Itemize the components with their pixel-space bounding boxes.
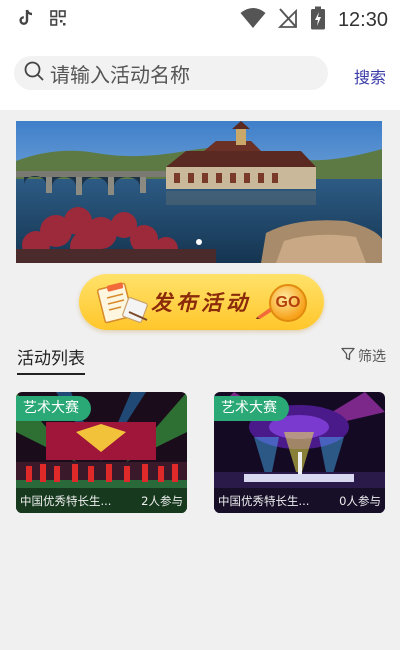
search-header: 请输入活动名称 搜索 [0, 38, 400, 110]
qr-grid-icon [50, 10, 66, 30]
no-signal-icon [277, 7, 298, 33]
activity-category-tag: 艺术大赛 [214, 396, 289, 421]
activity-name: 中国优秀特长生... [218, 493, 310, 508]
wifi-icon [240, 7, 266, 33]
status-time: 12:30 [337, 8, 388, 31]
battery-charging-icon [310, 6, 326, 34]
status-right-icons: 12:30 [240, 6, 388, 34]
activity-card[interactable]: 艺术大赛 中国优秀特长生... 0人参与 [214, 392, 385, 513]
filter-icon [341, 347, 355, 365]
participant-count: 2人参与 [141, 493, 183, 508]
status-bar: 12:30 [0, 0, 400, 38]
activity-category-tag: 艺术大赛 [16, 396, 91, 421]
activity-name: 中国优秀特长生... [20, 493, 112, 508]
search-button[interactable]: 搜索 [354, 64, 386, 88]
search-placeholder: 请输入活动名称 [50, 62, 190, 87]
go-badge-icon: GO [269, 284, 307, 322]
publish-activity-button[interactable]: 发布活动 GO [79, 274, 324, 330]
activity-card-footer: 中国优秀特长生... 0人参与 [214, 488, 385, 513]
go-label: GO [275, 294, 301, 311]
carousel-indicator-dot[interactable] [196, 239, 202, 245]
activity-card-footer: 中国优秀特长生... 2人参与 [16, 488, 187, 513]
publish-activity-label: 发布活动 [151, 290, 251, 315]
activity-list-title: 活动列表 [17, 344, 85, 375]
tiktok-icon [18, 9, 34, 31]
activity-card[interactable]: 艺术大赛 中国优秀特长生... 2人参与 [16, 392, 187, 513]
filter-label: 筛选 [358, 349, 386, 365]
filter-button[interactable]: 筛选 [341, 346, 386, 366]
participant-count: 0人参与 [339, 493, 381, 508]
search-icon [24, 61, 44, 85]
document-icon [95, 280, 149, 328]
status-left-icons [18, 9, 66, 31]
search-input[interactable]: 请输入活动名称 [14, 56, 328, 90]
banner-carousel[interactable] [16, 121, 382, 263]
